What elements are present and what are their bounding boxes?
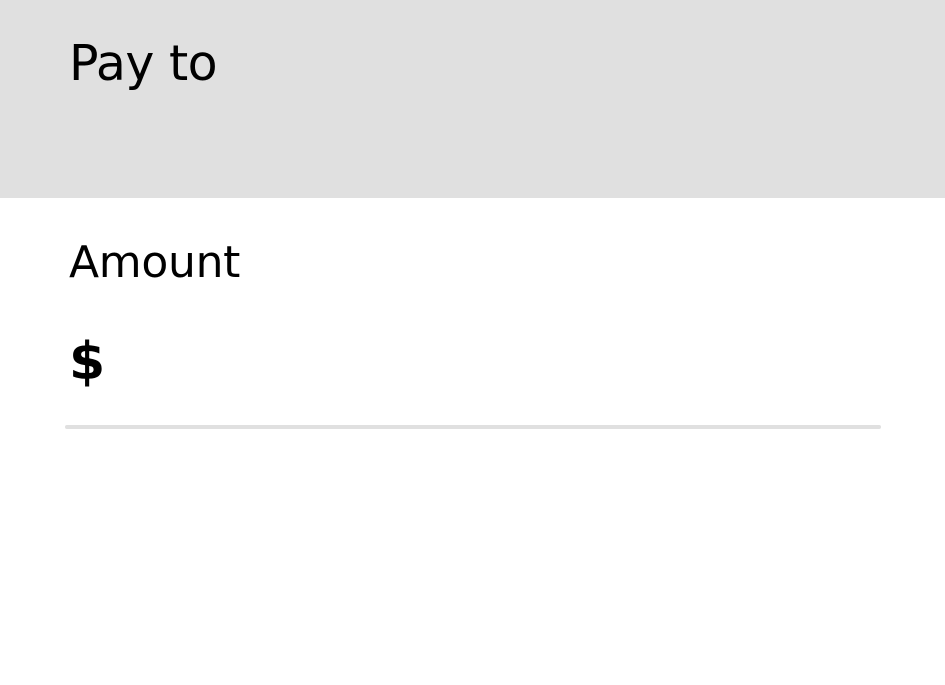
pay-to-header[interactable]: Pay to bbox=[0, 0, 945, 198]
amount-input[interactable] bbox=[115, 330, 875, 394]
pay-to-title: Pay to bbox=[69, 35, 218, 92]
amount-input-underline bbox=[65, 425, 881, 429]
currency-symbol: $ bbox=[69, 332, 106, 392]
payment-screen: Pay to Amount $ bbox=[0, 0, 945, 685]
amount-field[interactable]: $ bbox=[65, 322, 881, 430]
amount-label: Amount bbox=[69, 237, 241, 288]
